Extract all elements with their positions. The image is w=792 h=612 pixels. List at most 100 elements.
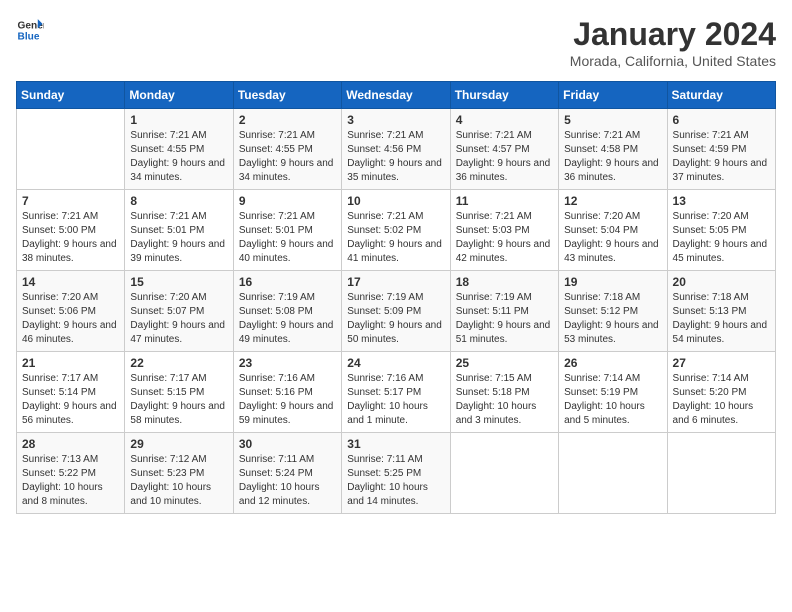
day-info: Sunrise: 7:21 AM Sunset: 4:55 PM Dayligh… [130,129,227,185]
svg-text:Blue: Blue [18,31,40,42]
logo: General Blue [16,16,44,44]
day-info: Sunrise: 7:16 AM Sunset: 5:16 PM Dayligh… [239,372,336,428]
day-number: 11 [456,194,553,208]
calendar-cell: 10 Sunrise: 7:21 AM Sunset: 5:02 PM Dayli… [342,190,450,271]
day-number: 31 [347,437,444,451]
day-info: Sunrise: 7:17 AM Sunset: 5:14 PM Dayligh… [22,372,119,428]
day-number: 2 [239,113,336,127]
day-info: Sunrise: 7:21 AM Sunset: 4:55 PM Dayligh… [239,129,336,185]
calendar-cell: 23Sunrise: 7:16 AM Sunset: 5:16 PM Dayli… [233,352,341,433]
day-number: 17 [347,275,444,289]
day-number: 1 [130,113,227,127]
calendar-week-0: 1 Sunrise: 7:21 AM Sunset: 4:55 PM Daylig… [17,109,776,190]
calendar-cell: 15Sunrise: 7:20 AM Sunset: 5:07 PM Dayli… [125,271,233,352]
day-number: 27 [673,356,770,370]
day-info: Sunrise: 7:21 AM Sunset: 4:56 PM Dayligh… [347,129,444,185]
calendar-cell: 8Sunrise: 7:21 AM Sunset: 5:01 PM Daylig… [125,190,233,271]
calendar-cell: 19 Sunrise: 7:18 AM Sunset: 5:12 PM Dayli… [559,271,667,352]
day-info: Sunrise: 7:21 AM Sunset: 5:03 PM Dayligh… [456,210,553,266]
day-number: 24 [347,356,444,370]
calendar-cell: 11 Sunrise: 7:21 AM Sunset: 5:03 PM Dayli… [450,190,558,271]
day-info: Sunrise: 7:20 AM Sunset: 5:05 PM Dayligh… [673,210,770,266]
day-number: 16 [239,275,336,289]
day-info: Sunrise: 7:21 AM Sunset: 5:01 PM Dayligh… [130,210,227,266]
day-number: 6 [673,113,770,127]
calendar-cell: 30Sunrise: 7:11 AM Sunset: 5:24 PM Dayli… [233,433,341,514]
calendar-header: Sunday Monday Tuesday Wednesday Thursday… [17,82,776,109]
calendar-table: Sunday Monday Tuesday Wednesday Thursday… [16,81,776,514]
calendar-cell: 14 Sunrise: 7:20 AM Sunset: 5:06 PM Dayli… [17,271,125,352]
day-number: 3 [347,113,444,127]
day-info: Sunrise: 7:19 AM Sunset: 5:09 PM Dayligh… [347,291,444,347]
calendar-cell: 29Sunrise: 7:12 AM Sunset: 5:23 PM Dayli… [125,433,233,514]
calendar-cell: 13 Sunrise: 7:20 AM Sunset: 5:05 PM Dayli… [667,190,775,271]
day-info: Sunrise: 7:14 AM Sunset: 5:19 PM Dayligh… [564,372,661,428]
day-number: 13 [673,194,770,208]
weekday-monday: Monday [125,82,233,109]
day-number: 15 [130,275,227,289]
day-info: Sunrise: 7:17 AM Sunset: 5:15 PM Dayligh… [130,372,227,428]
day-number: 21 [22,356,119,370]
calendar-cell: 20 Sunrise: 7:18 AM Sunset: 5:13 PM Dayli… [667,271,775,352]
calendar-cell: 9 Sunrise: 7:21 AM Sunset: 5:01 PM Daylig… [233,190,341,271]
calendar-cell: 26 Sunrise: 7:14 AM Sunset: 5:19 PM Dayli… [559,352,667,433]
day-info: Sunrise: 7:21 AM Sunset: 4:57 PM Dayligh… [456,129,553,185]
calendar-cell [17,109,125,190]
day-info: Sunrise: 7:11 AM Sunset: 5:24 PM Dayligh… [239,453,336,509]
calendar-cell: 6 Sunrise: 7:21 AM Sunset: 4:59 PM Daylig… [667,109,775,190]
calendar-cell: 4 Sunrise: 7:21 AM Sunset: 4:57 PM Daylig… [450,109,558,190]
day-number: 28 [22,437,119,451]
day-info: Sunrise: 7:20 AM Sunset: 5:06 PM Dayligh… [22,291,119,347]
page-header: General Blue January 2024 Morada, Califo… [16,16,776,69]
day-number: 12 [564,194,661,208]
day-info: Sunrise: 7:21 AM Sunset: 4:58 PM Dayligh… [564,129,661,185]
calendar-week-3: 21 Sunrise: 7:17 AM Sunset: 5:14 PM Dayli… [17,352,776,433]
calendar-cell: 1 Sunrise: 7:21 AM Sunset: 4:55 PM Daylig… [125,109,233,190]
day-info: Sunrise: 7:14 AM Sunset: 5:20 PM Dayligh… [673,372,770,428]
day-info: Sunrise: 7:15 AM Sunset: 5:18 PM Dayligh… [456,372,553,428]
day-number: 18 [456,275,553,289]
calendar-cell: 24 Sunrise: 7:16 AM Sunset: 5:17 PM Dayli… [342,352,450,433]
day-number: 7 [22,194,119,208]
calendar-cell: 27 Sunrise: 7:14 AM Sunset: 5:20 PM Dayli… [667,352,775,433]
calendar-week-1: 7 Sunrise: 7:21 AM Sunset: 5:00 PM Daylig… [17,190,776,271]
day-number: 9 [239,194,336,208]
day-info: Sunrise: 7:21 AM Sunset: 5:02 PM Dayligh… [347,210,444,266]
day-info: Sunrise: 7:19 AM Sunset: 5:11 PM Dayligh… [456,291,553,347]
day-info: Sunrise: 7:21 AM Sunset: 5:01 PM Dayligh… [239,210,336,266]
day-info: Sunrise: 7:12 AM Sunset: 5:23 PM Dayligh… [130,453,227,509]
calendar-title: January 2024 [570,16,776,53]
day-info: Sunrise: 7:18 AM Sunset: 5:13 PM Dayligh… [673,291,770,347]
day-info: Sunrise: 7:18 AM Sunset: 5:12 PM Dayligh… [564,291,661,347]
weekday-tuesday: Tuesday [233,82,341,109]
calendar-cell: 2 Sunrise: 7:21 AM Sunset: 4:55 PM Daylig… [233,109,341,190]
day-number: 26 [564,356,661,370]
calendar-cell: 12 Sunrise: 7:20 AM Sunset: 5:04 PM Dayli… [559,190,667,271]
day-number: 20 [673,275,770,289]
calendar-cell [559,433,667,514]
day-number: 4 [456,113,553,127]
day-number: 14 [22,275,119,289]
calendar-cell: 17 Sunrise: 7:19 AM Sunset: 5:09 PM Dayli… [342,271,450,352]
calendar-cell: 28 Sunrise: 7:13 AM Sunset: 5:22 PM Dayli… [17,433,125,514]
day-info: Sunrise: 7:21 AM Sunset: 5:00 PM Dayligh… [22,210,119,266]
calendar-week-2: 14 Sunrise: 7:20 AM Sunset: 5:06 PM Dayli… [17,271,776,352]
day-number: 19 [564,275,661,289]
day-number: 5 [564,113,661,127]
day-info: Sunrise: 7:13 AM Sunset: 5:22 PM Dayligh… [22,453,119,509]
day-info: Sunrise: 7:16 AM Sunset: 5:17 PM Dayligh… [347,372,444,428]
weekday-friday: Friday [559,82,667,109]
day-info: Sunrise: 7:11 AM Sunset: 5:25 PM Dayligh… [347,453,444,509]
day-number: 10 [347,194,444,208]
calendar-cell: 31 Sunrise: 7:11 AM Sunset: 5:25 PM Dayli… [342,433,450,514]
weekday-wednesday: Wednesday [342,82,450,109]
calendar-cell: 18 Sunrise: 7:19 AM Sunset: 5:11 PM Dayli… [450,271,558,352]
logo-icon: General Blue [16,16,44,44]
weekday-sunday: Sunday [17,82,125,109]
day-number: 25 [456,356,553,370]
calendar-cell: 21 Sunrise: 7:17 AM Sunset: 5:14 PM Dayli… [17,352,125,433]
calendar-subtitle: Morada, California, United States [570,53,776,69]
calendar-week-4: 28 Sunrise: 7:13 AM Sunset: 5:22 PM Dayli… [17,433,776,514]
day-info: Sunrise: 7:20 AM Sunset: 5:04 PM Dayligh… [564,210,661,266]
day-info: Sunrise: 7:21 AM Sunset: 4:59 PM Dayligh… [673,129,770,185]
